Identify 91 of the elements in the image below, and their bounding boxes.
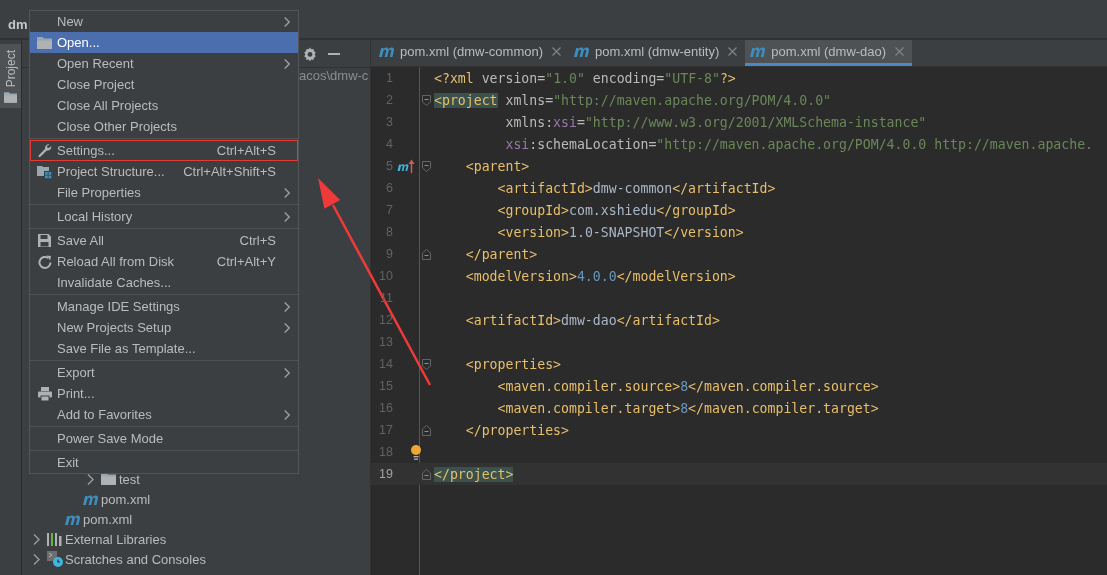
code-line-text: <maven.compiler.target>8</maven.compiler.target> <box>496 400 879 416</box>
code-line-text: <properties> <box>464 356 562 372</box>
editor-tab[interactable]: pom.xml (dmw-entity) <box>595 44 720 59</box>
line-number: 18 <box>378 445 393 459</box>
menu-item[interactable]: Close Other Projects <box>30 116 298 137</box>
close-icon[interactable] <box>728 47 738 56</box>
code-line-text: <artifactId>dmw-dao</artifactId> <box>464 312 720 328</box>
tree-item[interactable]: Scratches and Consoles <box>65 551 206 567</box>
code-line-text: <version>1.0-SNAPSHOT</version> <box>496 224 744 240</box>
menu-item[interactable]: Invalidate Caches... <box>30 272 298 293</box>
line-number: 13 <box>378 335 393 349</box>
menu-item[interactable]: Save File as Template... <box>30 338 298 359</box>
line-number: 7 <box>385 203 393 217</box>
file-type-icon <box>65 513 81 525</box>
editor-tab[interactable]: pom.xml (dmw-common) <box>400 44 543 59</box>
shortcut-label: Ctrl+Alt+S <box>216 143 276 158</box>
menu-item[interactable]: New <box>30 11 298 32</box>
code-line-text: <groupId>com.xshiedu</groupId> <box>496 202 736 218</box>
menu-item[interactable]: Export <box>30 362 298 383</box>
menu-item[interactable]: Save All Ctrl+S <box>30 230 298 251</box>
code-line-text: <modelVersion>4.0.0</modelVersion> <box>464 268 736 284</box>
code-line-text: xsi:schemaLocation="http://maven.apache.org/POM/4.0.0 http://maven.apache. <box>504 136 1094 152</box>
tree-item[interactable]: pom.xml <box>101 491 151 507</box>
code-line-text: <parent> <box>464 158 530 174</box>
menu-item[interactable]: File Properties <box>30 182 298 203</box>
menu-item[interactable]: Project Structure... Ctrl+Alt+Shift+S <box>30 161 298 182</box>
menu-item[interactable]: Open Recent <box>30 53 298 74</box>
close-icon[interactable] <box>895 47 905 56</box>
tool-window-tab[interactable]: Project <box>0 44 21 109</box>
code-line-text: </parent> <box>464 246 538 262</box>
menu-item[interactable]: Print... <box>30 383 298 404</box>
line-number: 4 <box>385 137 393 151</box>
save-icon <box>38 234 51 247</box>
line-number: 10 <box>378 269 393 283</box>
code-line-text: </properties> <box>464 422 569 438</box>
tree-item[interactable]: pom.xml <box>83 511 133 527</box>
menu-item[interactable]: New Projects Setup <box>30 317 298 338</box>
file-type-icon <box>750 46 767 57</box>
menu-item[interactable]: Manage IDE Settings <box>30 296 298 317</box>
code-line-text: <project xmlns="http://maven.apache.org/POM/4.0.0" <box>434 92 831 108</box>
shortcut-label: Ctrl+S <box>239 233 276 248</box>
file-type-icon <box>379 46 395 57</box>
close-icon[interactable] <box>552 47 561 56</box>
line-number: 1 <box>385 71 393 85</box>
menu-item[interactable]: Add to Favorites <box>30 404 298 425</box>
shortcut-label: Ctrl+Alt+Y <box>216 254 276 269</box>
line-number: 2 <box>385 93 393 107</box>
line-number: 6 <box>385 181 393 195</box>
project-name[interactable]: dm <box>8 16 28 32</box>
scratch-file-icon <box>47 551 63 567</box>
line-number: 14 <box>378 357 393 371</box>
line-number: 3 <box>385 115 393 129</box>
settings-icon <box>302 45 319 62</box>
code-line-text: </project> <box>434 466 514 482</box>
tree-item[interactable]: test <box>119 471 140 487</box>
menu-item[interactable]: Exit <box>30 452 298 473</box>
printer-icon <box>37 386 52 401</box>
folder-icon <box>4 91 17 105</box>
file-type-icon <box>574 46 590 57</box>
line-number: 17 <box>378 423 393 437</box>
project-path: acos\dmw-c <box>299 68 369 83</box>
line-number: 12 <box>378 313 393 327</box>
code-line-text: <maven.compiler.source>8</maven.compiler.source> <box>496 378 879 394</box>
line-number: 8 <box>385 225 393 239</box>
line-number: 5 <box>385 159 393 173</box>
menu-item[interactable]: Reload All from Disk Ctrl+Alt+Y <box>30 251 298 272</box>
chevron-right-icon[interactable] <box>87 473 95 485</box>
code-line-text: <artifactId>dmw-common</artifactId> <box>496 180 776 196</box>
wrench-icon <box>37 143 52 158</box>
code-line-text: <?xml version="1.0" encoding="UTF-8"?> <box>434 70 736 86</box>
menu-item[interactable]: Settings... Ctrl+Alt+S <box>30 140 298 161</box>
tree-item[interactable]: External Libraries <box>65 531 167 547</box>
folder-icon <box>37 36 52 49</box>
line-number: 15 <box>378 379 393 393</box>
libraries-icon <box>47 532 62 546</box>
chevron-right-icon[interactable] <box>33 533 41 545</box>
menu-item[interactable]: Local History <box>30 206 298 227</box>
shortcut-label: Ctrl+Alt+Shift+S <box>183 164 276 179</box>
menu-item[interactable]: Close Project <box>30 74 298 95</box>
line-number: 16 <box>378 401 393 415</box>
line-number: 19 <box>378 467 393 481</box>
line-number: 9 <box>385 247 393 261</box>
reload-icon <box>37 254 52 269</box>
chevron-right-icon[interactable] <box>33 553 41 565</box>
menu-item[interactable]: Power Save Mode <box>30 428 298 449</box>
menu-item[interactable]: Open... <box>30 32 298 53</box>
project-structure-icon <box>37 164 52 179</box>
minimize-icon <box>328 52 341 55</box>
code-line-text: xmlns:xsi="http://www.w3.org/2001/XMLSchema-instance" <box>504 114 927 130</box>
file-type-icon <box>83 493 99 505</box>
menu-item[interactable]: Close All Projects <box>30 95 298 116</box>
